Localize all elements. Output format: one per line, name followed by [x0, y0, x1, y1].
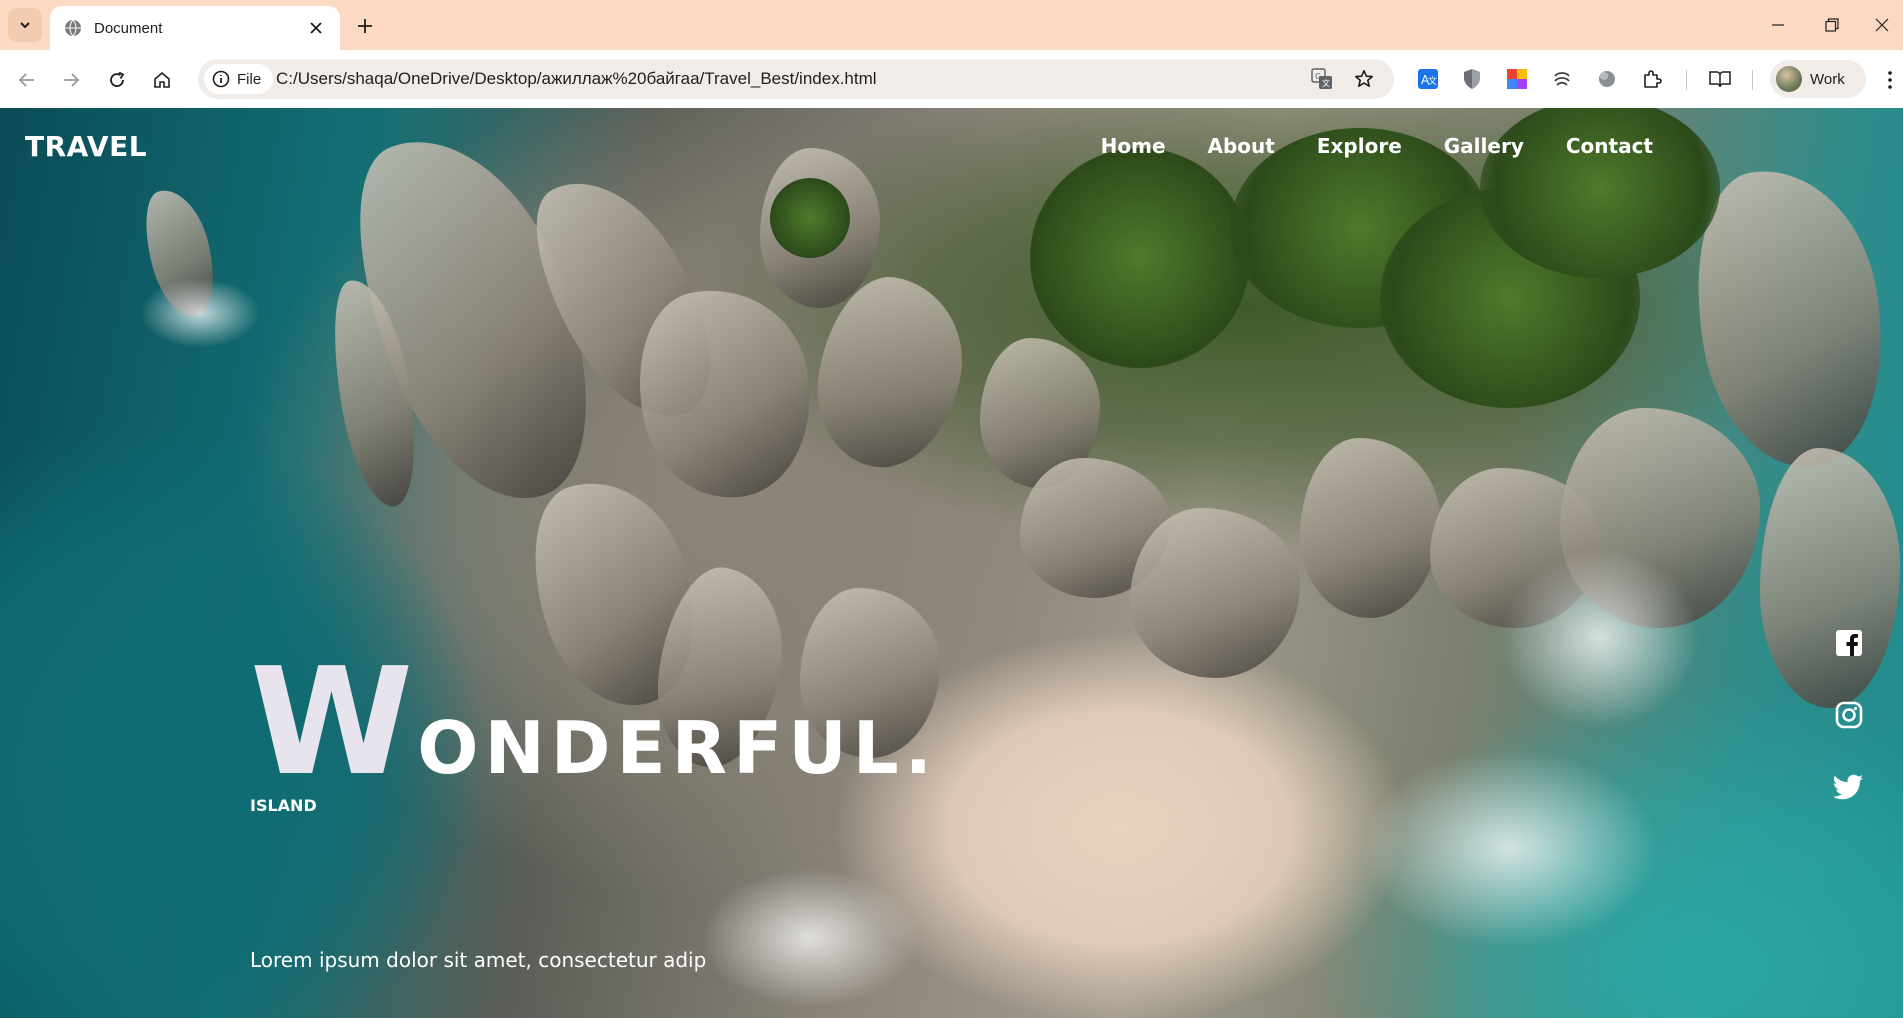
- toolbar-divider: [1752, 70, 1753, 90]
- main-nav: Home About Explore Gallery Contact: [1101, 134, 1653, 158]
- globe-icon: [65, 19, 81, 37]
- new-tab-button[interactable]: [350, 12, 380, 40]
- arrow-right-icon: [64, 73, 80, 87]
- sparkle-icon: [1554, 72, 1570, 86]
- arrow-left-icon: [18, 73, 34, 87]
- profile-button[interactable]: Work: [1770, 60, 1866, 98]
- circle-icon: [1599, 71, 1615, 87]
- star-icon: [1355, 70, 1373, 87]
- restore-icon: [1825, 18, 1839, 32]
- address-bar[interactable]: File C:/Users/shaqa/OneDrive/Desktop/ажи…: [198, 59, 1394, 99]
- close-window-button[interactable]: [1862, 10, 1902, 40]
- translator-extension[interactable]: A文: [1414, 65, 1442, 93]
- puzzle-icon: [1644, 70, 1662, 88]
- home-icon: [154, 71, 170, 88]
- plus-icon: [358, 19, 372, 33]
- svg-text:文: 文: [1428, 75, 1437, 87]
- forward-button[interactable]: [55, 64, 87, 96]
- url-text[interactable]: C:/Users/shaqa/OneDrive/Desktop/ажиллаж%…: [276, 59, 877, 99]
- browser-toolbar: File C:/Users/shaqa/OneDrive/Desktop/ажи…: [0, 50, 1903, 108]
- facebook-link[interactable]: [1834, 628, 1864, 658]
- chip-label: File: [237, 70, 262, 88]
- reload-button[interactable]: [101, 64, 133, 96]
- hero-subtitle: Lorem ipsum dolor sit amet, consectetur …: [250, 948, 707, 972]
- bookmark-button[interactable]: [1352, 67, 1376, 91]
- translate-button[interactable]: G文: [1310, 67, 1334, 91]
- reload-icon: [110, 71, 125, 87]
- nav-gallery[interactable]: Gallery: [1444, 134, 1524, 158]
- close-icon: [1875, 18, 1889, 32]
- tab-strip: Document: [0, 0, 1903, 50]
- tab-search-button[interactable]: [8, 8, 42, 42]
- close-icon: [310, 22, 322, 34]
- instagram-icon: [1835, 701, 1863, 729]
- color-palette-icon: [1507, 69, 1527, 89]
- hero-title-line2: ISLAND: [250, 796, 317, 815]
- chevron-down-icon: [20, 22, 30, 29]
- back-button[interactable]: [11, 64, 43, 96]
- hero-title-line1: WONDERFUL.: [250, 648, 938, 796]
- translate-icon: G文: [1311, 68, 1332, 89]
- reading-mode-button[interactable]: [1706, 65, 1734, 93]
- extensions-button[interactable]: [1638, 65, 1666, 93]
- shield-icon: [1464, 69, 1480, 89]
- hero-section: TRAVEL Home About Explore Gallery Contac…: [0, 108, 1903, 1018]
- restore-button[interactable]: [1812, 10, 1852, 40]
- nav-explore[interactable]: Explore: [1317, 134, 1402, 158]
- home-button[interactable]: [146, 64, 178, 96]
- close-tab-button[interactable]: [306, 18, 326, 38]
- more-vertical-icon: [1888, 71, 1892, 89]
- translate-extension-icon: A文: [1418, 69, 1438, 89]
- nav-home[interactable]: Home: [1101, 134, 1166, 158]
- minimize-button[interactable]: [1758, 10, 1798, 40]
- shield-extension[interactable]: [1458, 65, 1486, 93]
- minimize-icon: [1772, 24, 1784, 26]
- twitter-icon: [1834, 774, 1863, 800]
- instagram-link[interactable]: [1834, 700, 1864, 730]
- tab-title: Document: [94, 19, 163, 37]
- svg-text:文: 文: [1322, 78, 1330, 88]
- ai-extension[interactable]: [1548, 65, 1576, 93]
- hero-line1-rest: ONDERFUL.: [417, 706, 938, 790]
- toolbar-divider: [1686, 70, 1687, 90]
- browser-tab[interactable]: Document: [50, 6, 340, 50]
- facebook-icon: [1836, 630, 1862, 656]
- color-extension[interactable]: [1503, 65, 1531, 93]
- avatar: [1776, 66, 1802, 92]
- nav-about[interactable]: About: [1208, 134, 1275, 158]
- hero-first-letter: W: [250, 636, 414, 808]
- svg-text:G: G: [1315, 72, 1321, 81]
- site-logo[interactable]: TRAVEL: [25, 130, 147, 163]
- nav-contact[interactable]: Contact: [1566, 134, 1653, 158]
- profile-label: Work: [1810, 70, 1845, 88]
- info-icon: [212, 70, 230, 88]
- twitter-link[interactable]: [1834, 772, 1864, 802]
- book-icon: [1709, 71, 1731, 88]
- site-info-chip[interactable]: File: [204, 64, 274, 94]
- circle-extension[interactable]: [1593, 65, 1621, 93]
- browser-menu-button[interactable]: [1880, 66, 1900, 94]
